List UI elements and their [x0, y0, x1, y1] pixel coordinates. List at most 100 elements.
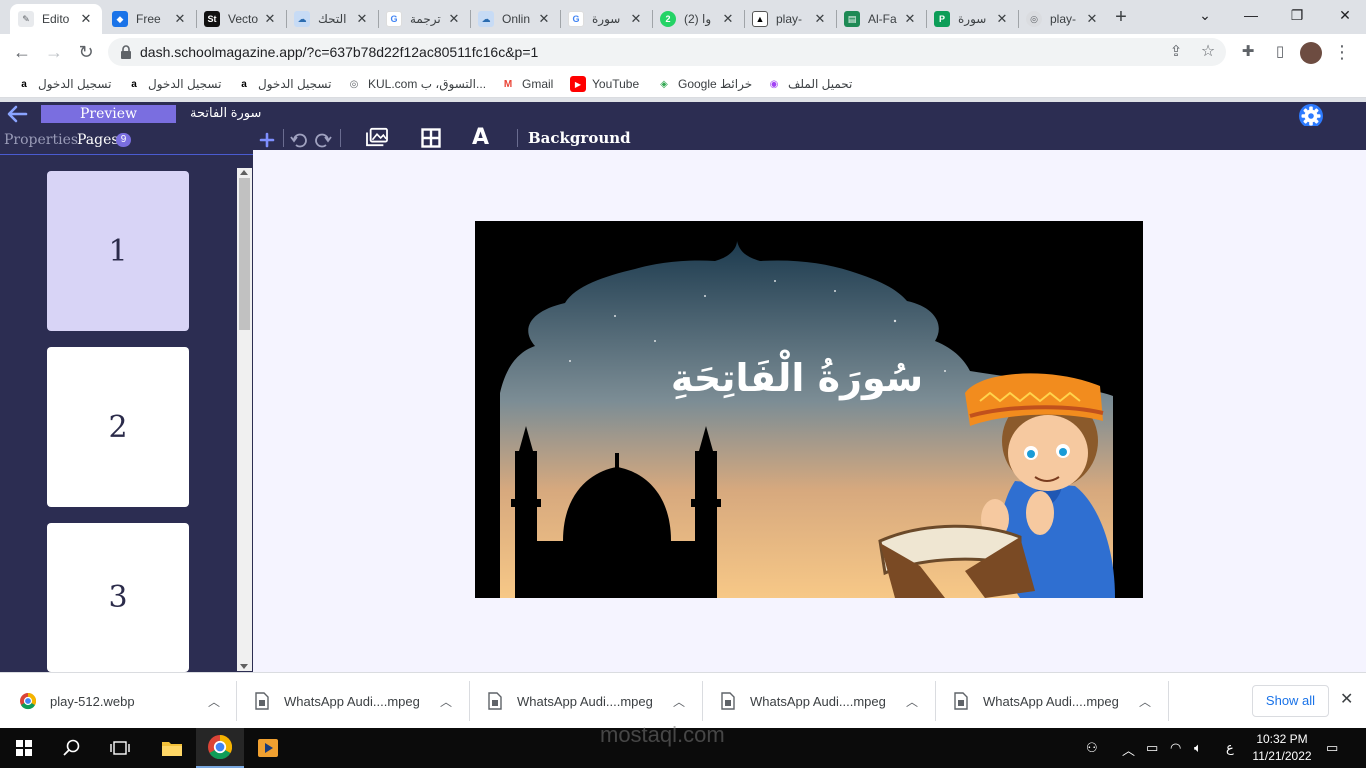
language-indicator[interactable]: ع: [1226, 740, 1234, 756]
close-window-button[interactable]: ✕: [1330, 4, 1360, 26]
browser-tab[interactable]: G ترجمة ✕: [378, 4, 470, 34]
browser-tab[interactable]: ▤ Al-Fa ✕: [836, 4, 926, 34]
tab-search-chevron-icon[interactable]: ⌄: [1190, 4, 1220, 26]
close-tab-icon[interactable]: ✕: [262, 11, 278, 27]
notifications-icon[interactable]: ▭: [1326, 740, 1338, 756]
browser-tab[interactable]: ▲ play- ✕: [744, 4, 836, 34]
slide-canvas[interactable]: سُورَةُ الْفَاتِحَةِ: [475, 221, 1143, 598]
volume-icon[interactable]: 🔈︎: [1194, 740, 1202, 756]
bookmark-item[interactable]: ◉ تحميل الملف: [766, 75, 853, 93]
scroll-up-icon[interactable]: [240, 170, 248, 175]
file-icon: [488, 692, 502, 710]
browser-tab[interactable]: ☁ التحك ✕: [286, 4, 378, 34]
redo-icon[interactable]: [314, 130, 332, 150]
bookmark-item[interactable]: a تسجيل الدخول: [236, 75, 331, 93]
browser-tab[interactable]: ✎ Edito ✕: [10, 4, 102, 34]
show-all-downloads-button[interactable]: Show all: [1252, 685, 1329, 717]
bookmark-item[interactable]: ▶ YouTube: [570, 75, 639, 93]
download-menu-chevron-icon[interactable]: ︿: [440, 673, 452, 729]
close-tab-icon[interactable]: ✕: [78, 11, 94, 27]
search-icon[interactable]: [48, 728, 96, 768]
close-tab-icon[interactable]: ✕: [720, 11, 736, 27]
download-menu-chevron-icon[interactable]: ︿: [1139, 673, 1151, 729]
scroll-thumb[interactable]: [239, 178, 250, 330]
bookmark-item[interactable]: M Gmail: [500, 75, 554, 93]
side-panel-icon[interactable]: ▯: [1268, 40, 1292, 64]
bookmark-item[interactable]: ◈ Google خرائط: [656, 75, 752, 93]
browser-tab[interactable]: ◎ play- ✕: [1018, 4, 1108, 34]
close-tab-icon[interactable]: ✕: [902, 11, 918, 27]
reload-icon[interactable]: ↻: [74, 40, 98, 64]
youtube-icon: ▶: [570, 76, 586, 92]
download-menu-chevron-icon[interactable]: ︿: [208, 673, 220, 729]
browser-tab[interactable]: ◆ Free ✕: [104, 4, 196, 34]
scroll-down-icon[interactable]: [240, 664, 248, 669]
page-thumbnail-1[interactable]: 1: [47, 171, 189, 331]
grid-layout-icon[interactable]: [421, 128, 441, 148]
tray-chevron-up-icon[interactable]: ︿: [1122, 740, 1135, 759]
address-bar[interactable]: dash.schoolmagazine.app/?c=637b78d22f12a…: [108, 38, 1226, 66]
windows-start-icon[interactable]: [0, 728, 48, 768]
share-icon[interactable]: ⇪: [1164, 40, 1188, 64]
download-item[interactable]: WhatsApp Audi....mpeg: [487, 673, 653, 729]
text-tool-icon[interactable]: A: [472, 125, 489, 150]
close-tab-icon[interactable]: ✕: [1084, 11, 1100, 27]
menu-dots-icon[interactable]: ⋮: [1330, 40, 1354, 64]
close-tab-icon[interactable]: ✕: [172, 11, 188, 27]
file-explorer-icon[interactable]: [148, 728, 196, 768]
editor-icon: ✎: [18, 11, 34, 27]
close-tab-icon[interactable]: ✕: [812, 11, 828, 27]
download-menu-chevron-icon[interactable]: ︿: [906, 673, 918, 729]
close-tab-icon[interactable]: ✕: [994, 11, 1010, 27]
close-tab-icon[interactable]: ✕: [354, 11, 370, 27]
people-icon[interactable]: ⚇: [1086, 740, 1098, 756]
close-tab-icon[interactable]: ✕: [628, 11, 644, 27]
document-title[interactable]: سورة الفاتحة: [190, 105, 261, 121]
browser-tab[interactable]: 2 (2) وا ✕: [652, 4, 744, 34]
wifi-icon[interactable]: ◠: [1170, 740, 1181, 756]
clock-time[interactable]: 10:32 PM: [1252, 732, 1312, 746]
file-icon: [954, 692, 968, 710]
book-icon: ▤: [844, 11, 860, 27]
image-gallery-icon[interactable]: [364, 127, 390, 147]
forward-arrow-icon[interactable]: →: [42, 40, 66, 64]
clock-date[interactable]: 11/21/2022: [1252, 749, 1312, 763]
extensions-icon[interactable]: ✚: [1236, 40, 1260, 64]
close-tab-icon[interactable]: ✕: [446, 11, 462, 27]
download-item[interactable]: WhatsApp Audi....mpeg: [254, 673, 420, 729]
sidebar-scrollbar[interactable]: [237, 168, 252, 671]
undo-icon[interactable]: [290, 130, 308, 150]
battery-icon[interactable]: ▭: [1146, 740, 1158, 756]
tab-pages[interactable]: Pages: [77, 132, 119, 148]
tab-properties[interactable]: Properties: [4, 132, 78, 148]
background-button[interactable]: Background: [528, 129, 631, 147]
bookmark-item[interactable]: a تسجيل الدخول: [16, 75, 111, 93]
back-arrow-icon[interactable]: ←: [10, 40, 34, 64]
download-item[interactable]: play-512.webp: [20, 673, 135, 729]
page-thumbnail-3[interactable]: 3: [47, 523, 189, 672]
browser-tab[interactable]: ☁ Onlin ✕: [470, 4, 560, 34]
browser-tab[interactable]: St Vecto ✕: [196, 4, 286, 34]
browser-tab[interactable]: G سورة ✕: [560, 4, 652, 34]
avatar[interactable]: [1300, 42, 1322, 64]
new-tab-button[interactable]: +: [1110, 6, 1132, 28]
download-item[interactable]: WhatsApp Audi....mpeg: [720, 673, 886, 729]
bookmark-item[interactable]: a تسجيل الدخول: [126, 75, 221, 93]
media-player-icon[interactable]: [244, 728, 292, 768]
download-item[interactable]: WhatsApp Audi....mpeg: [953, 673, 1119, 729]
back-arrow-icon[interactable]: [6, 105, 28, 123]
page-thumbnail-2[interactable]: 2: [47, 347, 189, 507]
minimize-button[interactable]: —: [1236, 4, 1266, 26]
close-tab-icon[interactable]: ✕: [536, 11, 552, 27]
restore-button[interactable]: ❐: [1282, 4, 1312, 26]
slide-title[interactable]: سُورَةُ الْفَاتِحَةِ: [671, 349, 923, 400]
chrome-taskbar-icon[interactable]: [196, 728, 244, 768]
bookmark-item[interactable]: ◎ KUL.com التسوق، ب...: [346, 75, 486, 93]
download-menu-chevron-icon[interactable]: ︿: [673, 673, 685, 729]
browser-tab[interactable]: P سورة ✕: [926, 4, 1018, 34]
close-icon[interactable]: ✕: [1340, 689, 1353, 709]
task-view-icon[interactable]: [96, 728, 144, 768]
add-page-icon[interactable]: [259, 130, 275, 150]
star-icon[interactable]: ☆: [1196, 40, 1220, 64]
preview-button[interactable]: Preview: [41, 105, 176, 123]
